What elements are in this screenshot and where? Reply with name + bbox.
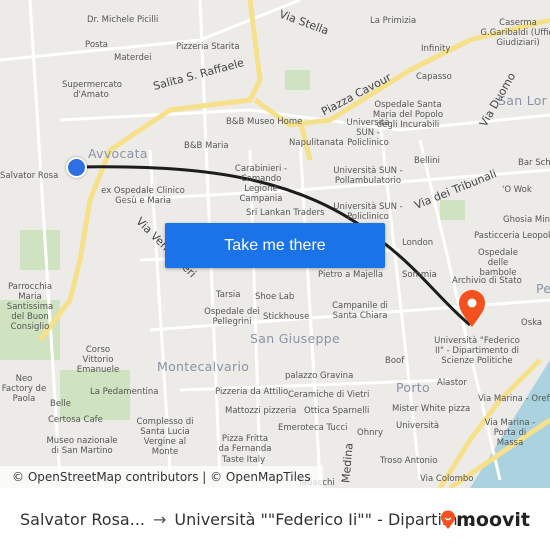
map-label: Sri Lankan Traders (246, 208, 325, 218)
map-label: B&B Maria (184, 141, 229, 151)
map-label: Capasso (416, 72, 452, 82)
destination-pin-icon[interactable] (458, 290, 486, 328)
arrow-right-icon: → (153, 509, 167, 529)
map-label: Salvator Rosa (0, 171, 59, 181)
take-me-there-button[interactable]: Take me there (165, 223, 385, 268)
map-label: Caserma G.Garibaldi (Uffici Giudiziari) (480, 18, 550, 48)
map-label: Sommia (402, 270, 437, 280)
destination-label: Università "Federico II" - Dipartimento … (434, 336, 520, 366)
map-label: Ceramiche di Vietri (288, 390, 370, 400)
district-label: Montecalvario (157, 359, 250, 374)
map-label: Emeroteca Tucci (278, 423, 348, 433)
map-label: La Pedamentina (90, 387, 159, 397)
map-label: Troso Antonio (380, 456, 438, 466)
map-label: Supermercato d'Amato (62, 80, 122, 100)
map-label: Università SUN - Policlinico (333, 202, 403, 222)
district-label: Pe (536, 281, 550, 296)
origin-name: Salvator Rosa... (20, 509, 145, 529)
map-label: Campanile di Santa Chiara (332, 301, 388, 321)
map-label: Pizza Fritta da Fernanda (218, 434, 272, 454)
map-label: La Primizia (370, 16, 417, 26)
map-label: Alastor (437, 378, 467, 388)
map-label: Neo Factory de Paola (1, 374, 47, 404)
map-label: Materdei (114, 53, 152, 63)
district-label: Avvocata (88, 146, 148, 161)
map-label: Certosa Cafe (48, 415, 103, 425)
moovit-pin-icon (441, 510, 456, 529)
map-label: palazzo Gravina (285, 371, 354, 381)
map-label: Corso Vittorio Emanuele (76, 345, 120, 375)
map-label: Complesso di Santa Lucia Vergine al Mont… (136, 417, 194, 457)
map-label: Università SUN - Policlinico (346, 118, 390, 148)
map-label: Via Colombo (420, 474, 474, 484)
map-label: Parrocchia Maria Santissima del Buon Con… (6, 282, 54, 332)
map-label: Infinity (421, 44, 451, 54)
map-label: B&B Museo Home (226, 117, 303, 127)
map-label: Napulitanata (289, 138, 344, 148)
map-label: ex Ospedale Clinico Gesù e Maria (101, 186, 185, 206)
map-label: Museo nazionale di San Martino (46, 436, 118, 456)
moovit-wordmark: moovit (456, 509, 530, 531)
map-label: Mattozzi pizzeria (225, 406, 297, 416)
map-label: Posta (85, 40, 108, 50)
map-label: Belle (50, 399, 72, 409)
district-label: San Giuseppe (250, 331, 340, 346)
map-label: Via Marina - Orefici (478, 394, 550, 404)
street-label: Medina (339, 442, 356, 484)
map-label: Stickhouse (263, 312, 310, 322)
destination-name: Università ""Federico Ii"" - Dipartim... (174, 509, 473, 529)
map-label: Bellini (414, 156, 440, 166)
map-label: Pietro a Majella (318, 270, 384, 280)
map-label: London (402, 238, 434, 248)
map-label: Pasticceria Leopoldo (474, 231, 550, 241)
map-label: Taste Italy (222, 455, 266, 465)
map-label: Tarsia (216, 290, 241, 300)
map-label: Ottica Sparnelli (304, 406, 370, 416)
map-label: Ghosia Mini (503, 215, 550, 225)
moovit-logo: moovit (440, 509, 530, 531)
map-label: Pizzeria da Attilio (215, 387, 289, 397)
map[interactable]: Dr. Michele Picilli Posta Materdei Super… (0, 0, 550, 488)
map-label: Università SUN - Pollambulatorio (333, 166, 403, 186)
map-label: Dr. Michele Picilli (87, 15, 159, 25)
map-label: Mister White pizza (392, 404, 471, 414)
map-label: Via Marina - Porta di Massa (484, 418, 536, 448)
district-label: Porto (396, 380, 430, 395)
origin-marker[interactable] (66, 157, 87, 178)
map-label: Ospedale dei Pellegrini (204, 307, 260, 327)
map-label: Boof (385, 356, 405, 366)
map-label: 'O Wok (502, 185, 532, 195)
map-attribution[interactable]: © OpenStreetMap contributors | © OpenMap… (0, 466, 323, 488)
map-label: Università (396, 421, 440, 431)
map-label: Oska (521, 318, 543, 328)
district-label: San Lor (498, 93, 548, 108)
map-label: Ospedale delle bambole (478, 248, 518, 278)
map-label: Shoe Lab (255, 292, 295, 302)
map-label: Pizzeria Starita (176, 42, 240, 52)
map-label: Bar Schio (518, 158, 550, 168)
map-label: Archivio di Stato (452, 276, 522, 286)
map-label: Ohnry (357, 428, 383, 438)
map-label: Carabinieri - Comando Legione Campania (234, 164, 288, 204)
